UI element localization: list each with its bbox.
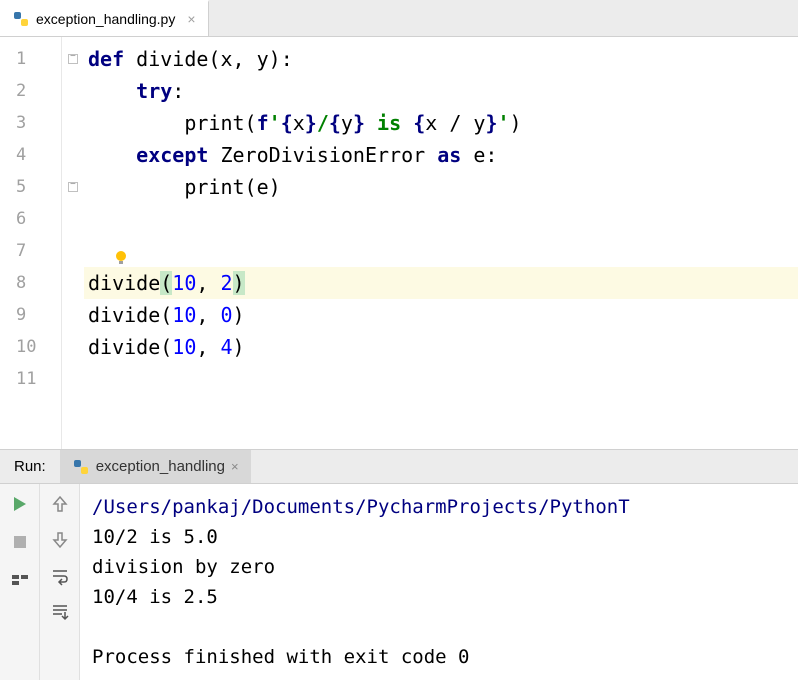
run-config-name: exception_handling: [96, 458, 225, 475]
run-header: Run: exception_handling ×: [0, 450, 798, 484]
console-line: division by zero: [92, 552, 786, 582]
run-config-tab[interactable]: exception_handling ×: [60, 450, 251, 483]
fold-collapse-icon[interactable]: [68, 182, 78, 192]
line-number-gutter: 1 2 3 4 5 6 7 8 9 10 11: [0, 37, 62, 449]
console-output[interactable]: /Users/pankaj/Documents/PycharmProjects/…: [80, 484, 798, 680]
line-number: 6: [0, 203, 61, 235]
line-number: 1: [0, 43, 61, 75]
line-number: 10: [0, 331, 61, 363]
run-toolbar-left: [0, 484, 40, 680]
rerun-icon[interactable]: [10, 494, 30, 514]
run-tool-window: Run: exception_handling × /Users/pankaj/…: [0, 450, 798, 680]
close-icon[interactable]: ×: [187, 11, 195, 27]
run-toolbar-right: [40, 484, 80, 680]
line-number: 8: [0, 267, 61, 299]
line-number: 11: [0, 363, 61, 395]
scroll-to-end-icon[interactable]: [50, 602, 70, 622]
down-arrow-icon[interactable]: [50, 530, 70, 550]
line-number: 2: [0, 75, 61, 107]
editor-tab-label: exception_handling.py: [36, 11, 175, 27]
code-content[interactable]: def divide(x, y): try: print(f'{x}/{y} i…: [84, 37, 798, 449]
fold-gutter: [62, 37, 84, 449]
line-number: 9: [0, 299, 61, 331]
console-exit-line: Process finished with exit code 0: [92, 642, 786, 672]
editor-tab-bar: exception_handling.py ×: [0, 0, 798, 37]
console-line: [92, 612, 786, 642]
intention-bulb-icon[interactable]: [112, 244, 130, 262]
editor-tab[interactable]: exception_handling.py ×: [0, 0, 209, 36]
stop-icon[interactable]: [10, 532, 30, 552]
line-number: 7: [0, 235, 61, 267]
code-editor[interactable]: 1 2 3 4 5 6 7 8 9 10 11 def divide(x, y)…: [0, 37, 798, 450]
console-line: 10/2 is 5.0: [92, 522, 786, 552]
run-label: Run:: [0, 458, 60, 475]
console-path: /Users/pankaj/Documents/PycharmProjects/…: [92, 492, 786, 522]
run-body: /Users/pankaj/Documents/PycharmProjects/…: [0, 484, 798, 680]
fold-collapse-icon[interactable]: [68, 54, 78, 64]
close-icon[interactable]: ×: [231, 459, 239, 474]
up-arrow-icon[interactable]: [50, 494, 70, 514]
console-line: 10/4 is 2.5: [92, 582, 786, 612]
line-number: 4: [0, 139, 61, 171]
python-file-icon: [12, 10, 30, 28]
line-number: 3: [0, 107, 61, 139]
python-icon: [72, 458, 90, 476]
layout-icon[interactable]: [10, 570, 30, 590]
line-number: 5: [0, 171, 61, 203]
soft-wrap-icon[interactable]: [50, 566, 70, 586]
